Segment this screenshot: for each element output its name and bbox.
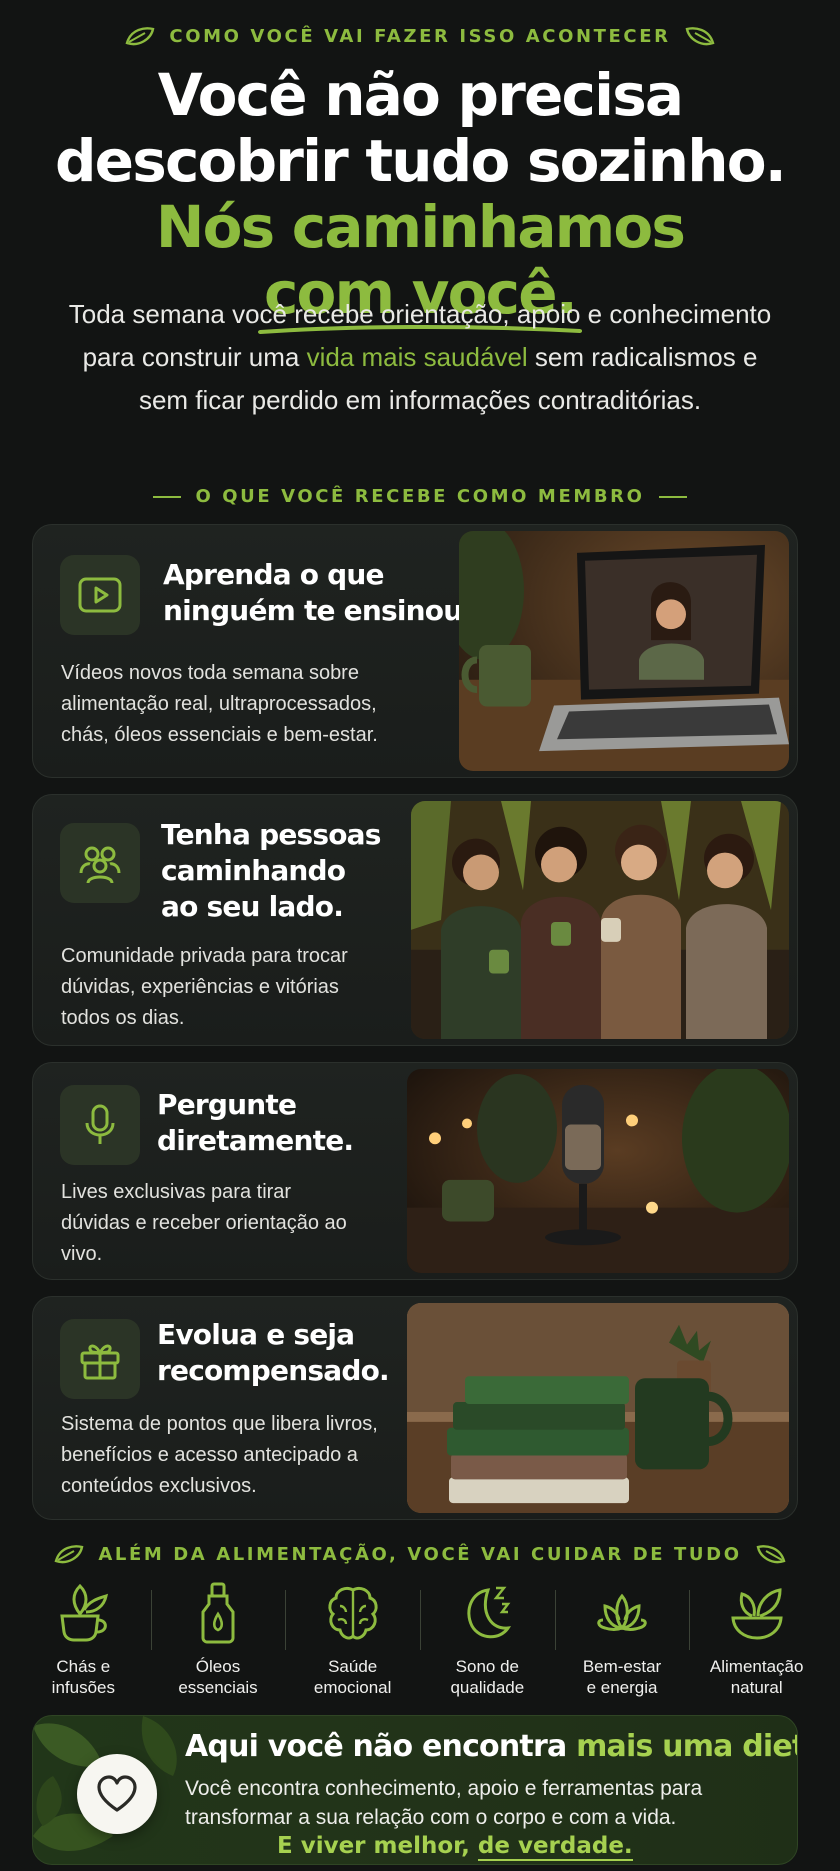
banner-title-b: mais uma dieta.: [576, 1729, 797, 1764]
leaf-icon: [54, 1545, 84, 1564]
closing-banner: Aqui você não encontra mais uma dieta. V…: [32, 1715, 798, 1865]
banner-text: Você encontra conhecimento, apoio e ferr…: [185, 1777, 703, 1829]
category-item: Chás e infusões: [16, 1582, 151, 1702]
category-label: Óleos essenciais: [178, 1656, 257, 1698]
category-label-line: Alimentação: [709, 1657, 804, 1676]
card-title-line: ao seu lado.: [161, 890, 344, 923]
category-label: Chás e infusões: [52, 1656, 115, 1698]
card-title-line: Aprenda o que: [163, 558, 384, 591]
card-title-line: Tenha pessoas: [161, 818, 381, 851]
card-title-line: diretamente.: [157, 1124, 354, 1157]
care-section-title: ALÉM DA ALIMENTAÇÃO, VOCÊ VAI CUIDAR DE …: [0, 1543, 840, 1565]
category-item: Sono de qualidade: [420, 1582, 555, 1702]
category-label-line: e energia: [586, 1678, 658, 1697]
divider-dash: [153, 495, 182, 498]
brain-icon: [328, 1586, 378, 1640]
gift-icon: [60, 1319, 140, 1399]
card-title-line: recompensado.: [157, 1354, 390, 1387]
essential-oil-bottle-icon: [201, 1582, 235, 1644]
category-label-line: infusões: [51, 1678, 115, 1697]
category-item: Alimentação natural: [689, 1582, 824, 1702]
care-section-title-text: ALÉM DA ALIMENTAÇÃO, VOCÊ VAI CUIDAR DE …: [98, 1543, 742, 1565]
tea-cup-icon: [60, 1583, 109, 1642]
benefit-card-community: Tenha pessoas caminhando ao seu lado. Co…: [32, 794, 798, 1046]
category-label-line: Chás e: [56, 1657, 111, 1676]
card-description: Comunidade privada para trocar dúvidas, …: [61, 945, 348, 1029]
category-label-line: qualidade: [450, 1678, 525, 1697]
members-section-title: O QUE VOCÊ RECEBE COMO MEMBRO: [0, 486, 840, 507]
moon-sleep-icon: [467, 1586, 512, 1639]
leaf-icon: [685, 27, 715, 46]
category-label: Bem-estar e energia: [583, 1656, 661, 1698]
card-title: Tenha pessoas caminhando ao seu lado.: [161, 817, 381, 925]
banner-tag-b: de verdade.: [477, 1833, 633, 1861]
card-title-line: Pergunte: [157, 1088, 297, 1121]
leaf-icon: [756, 1545, 786, 1564]
books-and-mug-image: [407, 1303, 789, 1513]
divider-dash: [658, 495, 687, 498]
page-headline: Você não precisa descobrir tudo sozinho.…: [0, 61, 840, 334]
lead-highlight: vida mais saudável: [306, 342, 528, 372]
women-community-image: [411, 801, 789, 1039]
community-users-icon: [60, 823, 140, 903]
category-label: Alimentação natural: [710, 1656, 804, 1698]
card-title-line: caminhando: [161, 854, 346, 887]
headline-line-2: descobrir tudo sozinho.: [54, 127, 787, 195]
category-label-line: natural: [730, 1678, 783, 1697]
leaf-bowl-icon: [731, 1588, 783, 1640]
benefit-card-videos: Aprenda o que ninguém te ensinou. Vídeos…: [32, 524, 798, 778]
banner-tagline: E viver melhor, de verdade.: [277, 1832, 633, 1861]
card-description: Lives exclusivas para tirar dúvidas e re…: [61, 1181, 347, 1265]
category-item: Óleos essenciais: [150, 1582, 286, 1702]
lotus-icon: [597, 1593, 647, 1631]
category-item: Bem-estar e energia: [554, 1582, 690, 1702]
category-label: Sono de qualidade: [450, 1656, 524, 1698]
microphone-icon: [60, 1085, 140, 1165]
category-label: Saúde emocional: [314, 1656, 392, 1698]
card-description: Vídeos novos toda semana sobre alimentaç…: [61, 662, 378, 746]
podcast-microphone-image: [407, 1069, 789, 1273]
card-title: Evolua e seja recompensado.: [157, 1317, 390, 1389]
play-video-icon: [60, 555, 140, 635]
members-section-title-text: O QUE VOCÊ RECEBE COMO MEMBRO: [195, 486, 645, 507]
heart-badge: [77, 1754, 157, 1834]
category-label-line: essenciais: [178, 1678, 258, 1697]
leaf-icon: [125, 27, 155, 46]
card-description: Sistema de pontos que libera livros, ben…: [61, 1413, 378, 1497]
benefit-card-lives: Pergunte diretamente. Lives exclusivas p…: [32, 1062, 798, 1280]
category-label-line: Bem-estar: [582, 1657, 662, 1676]
kicker-text: COMO VOCÊ VAI FAZER ISSO ACONTECER: [169, 25, 671, 47]
category-item: Saúde emocional: [285, 1582, 420, 1702]
laptop-video-call-image: [459, 531, 789, 771]
category-label-line: Óleos: [195, 1657, 241, 1676]
banner-title: Aqui você não encontra mais uma dieta.: [185, 1726, 797, 1768]
heart-icon: [97, 1775, 137, 1812]
category-label-line: emocional: [313, 1678, 392, 1697]
headline-line-1: Você não precisa: [157, 61, 684, 129]
card-title-line: ninguém te ensinou.: [163, 594, 473, 627]
category-label-line: Sono de: [455, 1657, 520, 1676]
banner-title-a: Aqui você não encontra: [185, 1729, 577, 1764]
card-title: Pergunte diretamente.: [157, 1087, 354, 1159]
headline-line-3-a: Nós caminhamos: [155, 193, 686, 261]
benefit-card-rewards: Evolua e seja recompensado. Sistema de p…: [32, 1296, 798, 1520]
card-title-line: Evolua e seja: [157, 1318, 355, 1351]
intro-paragraph: Toda semana você recebe orientação, apoi…: [60, 293, 780, 422]
category-label-line: Saúde: [328, 1657, 378, 1676]
banner-tag-a: E viver melhor,: [277, 1833, 478, 1859]
section-kicker: COMO VOCÊ VAI FAZER ISSO ACONTECER: [0, 25, 840, 47]
card-title: Aprenda o que ninguém te ensinou.: [163, 557, 473, 629]
care-categories: Chás e infusões Óleos essenciais Saúde emoc…: [16, 1582, 824, 1702]
